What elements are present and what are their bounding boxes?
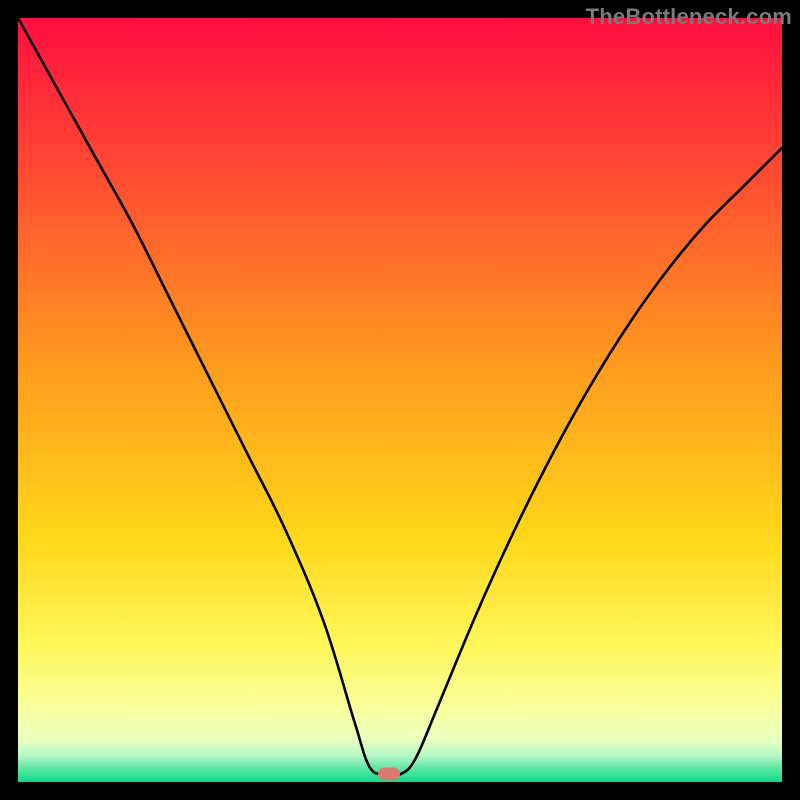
chart-stage: TheBottleneck.com [0, 0, 800, 800]
plot-area [18, 18, 782, 782]
curve-layer [18, 18, 782, 782]
bottleneck-curve [18, 18, 782, 776]
optimum-marker [378, 768, 400, 781]
watermark-text: TheBottleneck.com [586, 4, 792, 30]
